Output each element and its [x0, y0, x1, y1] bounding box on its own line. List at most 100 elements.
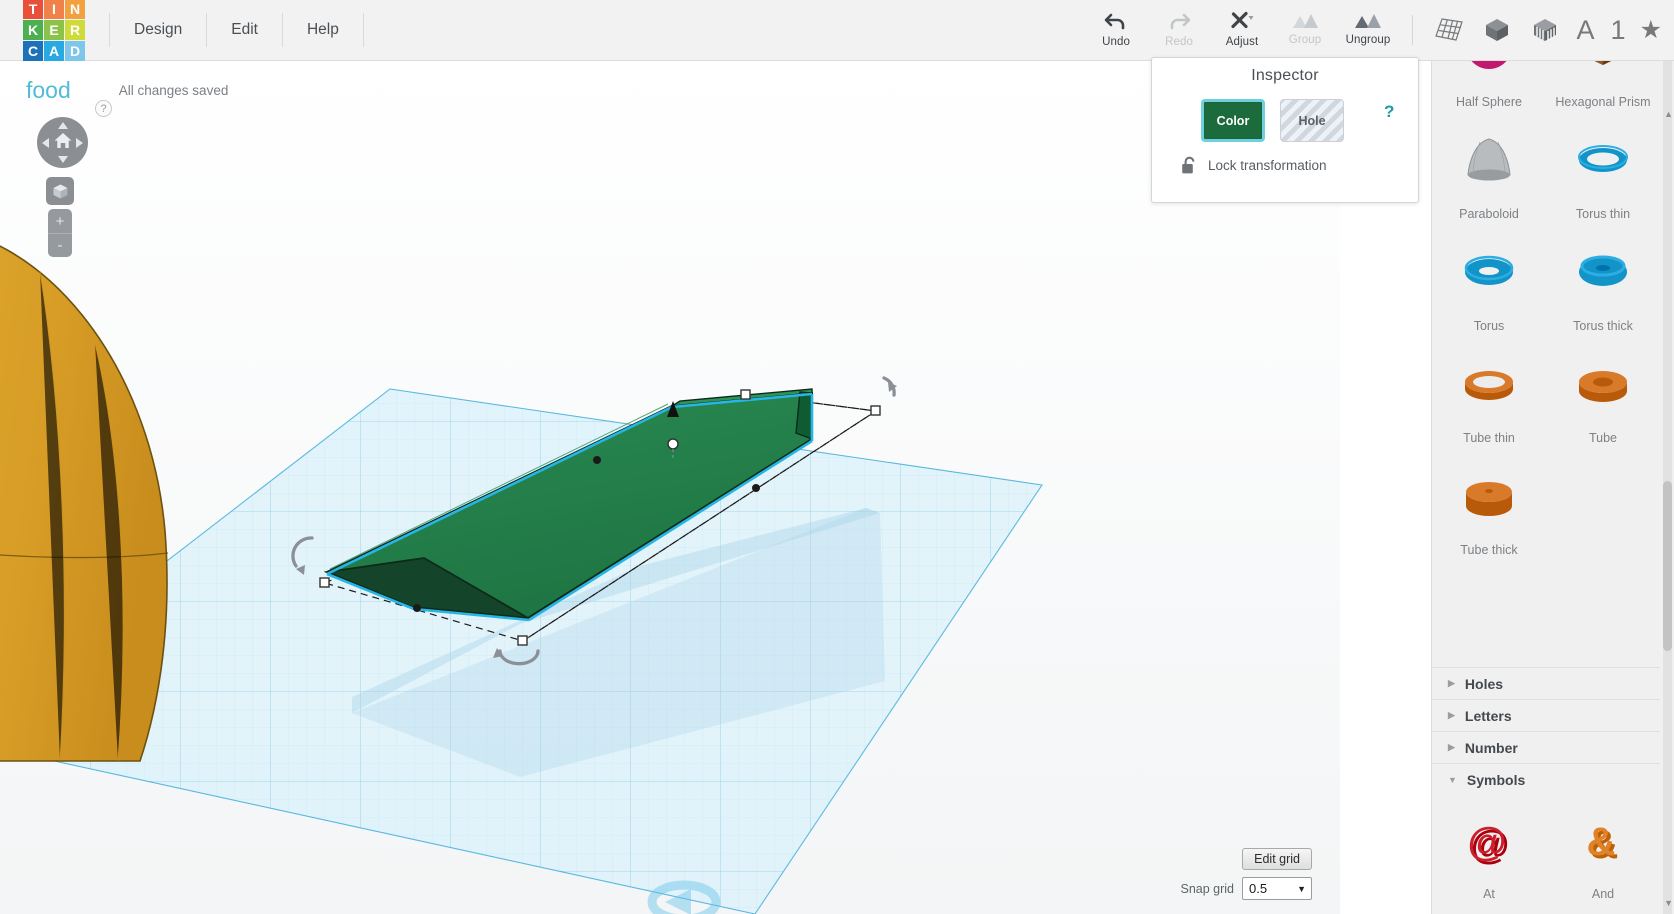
category-label: Letters	[1464, 707, 1512, 724]
shape-label: Torus	[1473, 319, 1505, 333]
undo-button[interactable]: Undo	[1085, 1, 1148, 59]
symbol-item-and[interactable]: & & And	[1546, 801, 1660, 907]
shape-categories: ▶ Holes ▶ Letters ▶ Number ▼ Symbols	[1432, 667, 1660, 795]
3d-viewport[interactable]: ? + - Edit grid Snap grid 0.5 ▼	[0, 61, 1340, 914]
inspector-help-icon[interactable]: ?	[1384, 102, 1394, 122]
shape-thumb-icon	[1464, 255, 1514, 285]
symbol-item-untitled[interactable]: ??	[1546, 907, 1660, 914]
ungroup-button[interactable]: Ungroup	[1337, 1, 1400, 59]
home-view-button[interactable]	[53, 132, 72, 154]
orbit-left-arrow-icon[interactable]	[42, 137, 49, 148]
top-toolbar-right: Undo Redo Adjust Group Ungroup A 1 ★	[1085, 0, 1674, 61]
shape-item-torus-thin[interactable]: Torus thin	[1546, 115, 1660, 227]
solid-cube-glyph	[1485, 19, 1508, 41]
panel-scroll-down-icon[interactable]: ▼	[1664, 898, 1673, 908]
category-letters[interactable]: ▶ Letters	[1432, 699, 1660, 731]
letters-a-icon[interactable]: A	[1569, 16, 1603, 44]
top-toolbar: TINKERCAD Design Edit Help Undo Redo Adj…	[0, 0, 1674, 61]
shape-thumbnail	[1546, 61, 1660, 93]
orbit-right-arrow-icon[interactable]	[76, 137, 83, 148]
edit-grid-button[interactable]: Edit grid	[1242, 848, 1312, 870]
symbol-item-at[interactable]: @ @ At	[1432, 801, 1546, 907]
logo-tile-n: N	[65, 0, 85, 19]
shape-thumb-icon	[1579, 371, 1627, 402]
tinkercad-logo[interactable]: TIN KER CAD	[23, 0, 85, 61]
numbers-1-icon[interactable]: 1	[1603, 16, 1634, 44]
panel-scroll-up-icon[interactable]: ▲	[1664, 109, 1673, 119]
color-swatch-button[interactable]: Color	[1201, 99, 1265, 142]
orbit-up-arrow-icon[interactable]	[57, 122, 68, 129]
hole-swatch-button[interactable]: Hole	[1280, 99, 1344, 142]
save-status: All changes saved	[118, 82, 229, 98]
shape-label: Torus thin	[1575, 207, 1631, 221]
shape-thumbnail	[1432, 61, 1546, 93]
project-name[interactable]: food	[26, 77, 71, 104]
category-number[interactable]: ▶ Number	[1432, 731, 1660, 763]
group-button: Group	[1274, 1, 1337, 59]
shape-item-half-sphere[interactable]: Half Sphere	[1432, 61, 1546, 115]
symbols-grid: @@ At && And //??	[1432, 801, 1660, 914]
logo-tile-i: I	[44, 0, 64, 19]
shape-item-tube[interactable]: Tube	[1546, 339, 1660, 451]
shape-thumb-icon	[1467, 138, 1511, 181]
logo-tile-c: C	[23, 41, 43, 61]
svg-text:&: &	[1587, 820, 1616, 864]
symbol-thumbnail: @ @	[1432, 801, 1546, 885]
logo-tile-a: A	[44, 41, 64, 61]
symbol-thumbnail: & &	[1546, 801, 1660, 885]
logo-tile-k: K	[23, 20, 43, 40]
tinkercad-app: TINKERCAD Design Edit Help Undo Redo Adj…	[0, 0, 1674, 914]
logo-tile-t: T	[23, 0, 43, 19]
shape-item-torus-thick[interactable]: Torus thick	[1546, 227, 1660, 339]
category-holes[interactable]: ▶ Holes	[1432, 667, 1660, 699]
view-orbit-disc[interactable]	[37, 117, 88, 168]
zoom-controls: + -	[48, 209, 72, 257]
symbol-thumb-icon: @@	[1467, 820, 1509, 867]
symbol-item-untitled[interactable]: //	[1432, 907, 1546, 914]
menu-design[interactable]: Design	[109, 13, 208, 47]
shape-thumb-icon	[1465, 371, 1513, 400]
shape-label: Half Sphere	[1455, 95, 1522, 109]
fit-view-button[interactable]	[46, 177, 74, 205]
grid-controls: Edit grid Snap grid 0.5 ▼	[1180, 848, 1312, 900]
group-icon	[1293, 14, 1319, 28]
zoom-in-button[interactable]: +	[48, 209, 72, 233]
snap-grid-label: Snap grid	[1180, 881, 1234, 896]
panel-scrollbar-thumb[interactable]	[1663, 481, 1672, 651]
zoom-out-button[interactable]: -	[48, 233, 72, 257]
ruler-cube-icon[interactable]	[1526, 11, 1564, 49]
lock-transformation-row[interactable]: Lock transformation	[1181, 156, 1418, 175]
menu-edit[interactable]: Edit	[207, 13, 283, 47]
snap-grid-row: Snap grid 0.5 ▼	[1180, 877, 1312, 900]
workplane-icon[interactable]	[1430, 11, 1468, 49]
shape-thumbnail	[1546, 339, 1660, 429]
shape-item-paraboloid[interactable]: Paraboloid	[1432, 115, 1546, 227]
symbol-thumbnail: ??	[1546, 907, 1660, 914]
snap-grid-select[interactable]: 0.5 ▼	[1242, 877, 1312, 900]
shape-item-hexagonal-prism[interactable]: Hexagonal Prism	[1546, 61, 1660, 115]
category-label: Symbols	[1466, 771, 1526, 788]
shapes-panel: ▲ ▼ Half Sphere Hexagonal Prism Paraboloid…	[1431, 61, 1674, 914]
adjust-button[interactable]: Adjust	[1211, 1, 1274, 59]
striped-cube-glyph	[1533, 19, 1556, 41]
shape-thumb-icon	[1471, 61, 1507, 69]
collapse-panel-button[interactable]: ›	[1431, 409, 1432, 454]
shape-thumbnail	[1432, 227, 1546, 317]
favorites-star-icon[interactable]: ★	[1634, 15, 1674, 45]
orbit-down-arrow-icon[interactable]	[57, 156, 68, 163]
solid-cube-icon[interactable]	[1478, 11, 1516, 49]
shape-item-tube-thin[interactable]: Tube thin	[1432, 339, 1546, 451]
main-menu: Design Edit Help	[109, 9, 364, 51]
chevron-down-icon: ▼	[1297, 883, 1306, 894]
shape-item-tube-thick[interactable]: Tube thick	[1432, 451, 1546, 563]
shape-item-torus[interactable]: Torus	[1432, 227, 1546, 339]
shape-grid: Half Sphere Hexagonal Prism Paraboloid Toru…	[1432, 61, 1660, 563]
undo-label: Undo	[1102, 36, 1130, 48]
chevron-right-icon: ▶	[1448, 710, 1455, 720]
workplane-grid-icon	[1434, 18, 1463, 41]
lock-transformation-label: Lock transformation	[1208, 158, 1327, 173]
viewport-help-button[interactable]: ?	[95, 100, 112, 117]
menu-help[interactable]: Help	[283, 13, 364, 47]
symbol-thumbnail: //	[1432, 907, 1546, 914]
category-symbols[interactable]: ▼ Symbols	[1432, 763, 1660, 795]
